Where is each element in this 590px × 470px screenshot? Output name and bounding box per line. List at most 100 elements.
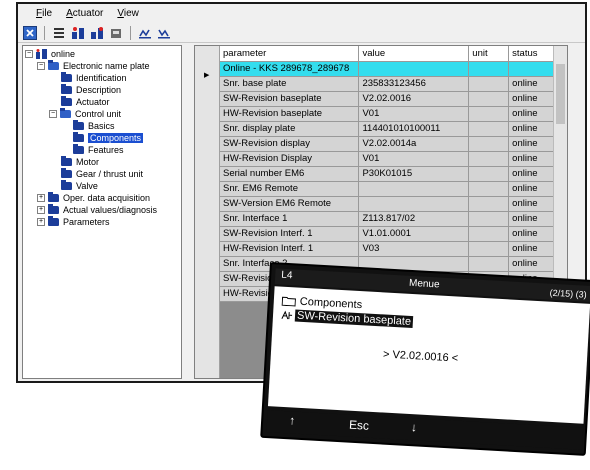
tree-item-control-unit[interactable]: − Control unit (49, 108, 121, 120)
cell-value[interactable]: V2.02.0016 (358, 91, 470, 107)
table-row[interactable]: Online - KKS 289678_289678 (220, 61, 567, 77)
column-header-unit[interactable]: unit (468, 46, 510, 62)
cell-value[interactable]: V01 (358, 106, 470, 122)
cell-parameter[interactable]: Snr. Interface 1 (220, 211, 360, 227)
cell-parameter[interactable]: Snr. display plate (220, 121, 360, 137)
cell-parameter[interactable]: SW-Revision baseplate (220, 91, 360, 107)
cell-unit[interactable] (468, 196, 510, 212)
table-row[interactable]: HW-Revision baseplate V01 online (220, 106, 567, 122)
cell-parameter[interactable]: SW-Revision Interf. 1 (220, 226, 360, 242)
cell-unit[interactable] (468, 226, 510, 242)
tree-item-online[interactable]: − online (25, 48, 75, 60)
softkey-up[interactable]: ↑ (289, 413, 296, 427)
tree-item-features[interactable]: Features (73, 144, 124, 156)
cell-parameter[interactable]: Snr. EM6 Remote (220, 181, 360, 197)
table-row[interactable]: Snr. display plate 114401010100011 online (220, 121, 567, 137)
cell-unit[interactable] (468, 61, 510, 77)
upload-icon[interactable] (137, 25, 153, 41)
expand-icon[interactable]: + (37, 194, 45, 202)
tree-item-parameters[interactable]: + Parameters (37, 216, 110, 228)
cell-value[interactable] (358, 61, 470, 77)
column-header-parameter[interactable]: parameter (220, 46, 360, 62)
table-row[interactable]: Snr. base plate 235833123456 online (220, 76, 567, 92)
expand-icon[interactable]: + (37, 206, 45, 214)
menu-file[interactable]: File (36, 8, 52, 19)
menu-actuator[interactable]: Actuator (66, 8, 103, 19)
folder-open-icon (60, 108, 71, 118)
network-icon (36, 49, 47, 59)
cell-parameter[interactable]: Snr. base plate (220, 76, 360, 92)
tree-label: Valve (76, 181, 98, 191)
connect-icon[interactable] (70, 25, 86, 41)
cell-parameter[interactable]: HW-Revision baseplate (220, 106, 360, 122)
collapse-icon[interactable]: − (25, 50, 33, 58)
cell-unit[interactable] (468, 76, 510, 92)
tree-item-oper-data-acquisition[interactable]: + Oper. data acquisition (37, 192, 150, 204)
table-row[interactable]: HW-Revision Interf. 1 V03 online (220, 241, 567, 257)
softkey-down[interactable]: ↓ (411, 420, 418, 434)
collapse-icon[interactable]: − (49, 110, 57, 118)
device-icon[interactable] (108, 25, 124, 41)
table-header-row: parameter value unit status (220, 46, 567, 62)
tree-item-electronic-name-plate[interactable]: − Electronic name plate (37, 60, 150, 72)
cell-parameter[interactable]: HW-Revision Interf. 1 (220, 241, 360, 257)
cell-parameter[interactable]: SW-Revision display (220, 136, 360, 152)
cell-unit[interactable] (468, 256, 510, 272)
tree-item-components[interactable]: Components (73, 132, 144, 144)
table-row[interactable]: SW-Revision baseplate V2.02.0016 online (220, 91, 567, 107)
list-icon[interactable] (51, 25, 67, 41)
tree-label: Motor (76, 157, 100, 167)
menu-view[interactable]: View (117, 8, 139, 19)
cell-value[interactable]: 235833123456 (358, 76, 470, 92)
collapse-icon[interactable]: − (37, 62, 45, 70)
expand-icon[interactable]: + (37, 218, 45, 226)
cell-value[interactable]: V1.01.0001 (358, 226, 470, 242)
display-line-selected: SW-Revision baseplate (281, 309, 414, 329)
tree-item-description[interactable]: Description (61, 84, 121, 96)
close-icon[interactable] (22, 25, 38, 41)
tree-item-basics[interactable]: Basics (73, 120, 115, 132)
cell-unit[interactable] (468, 106, 510, 122)
tree-item-actual-values-diagnosis[interactable]: + Actual values/diagnosis (37, 204, 157, 216)
tree-item-gear-thrust-unit[interactable]: Gear / thrust unit (61, 168, 143, 180)
table-row[interactable]: Snr. EM6 Remote online (220, 181, 567, 197)
cell-unit[interactable] (468, 241, 510, 257)
cell-unit[interactable] (468, 136, 510, 152)
cell-unit[interactable] (468, 211, 510, 227)
cell-value[interactable] (358, 196, 470, 212)
cell-value[interactable]: Z113.817/02 (358, 211, 470, 227)
parameter-icon (281, 310, 293, 320)
download-icon[interactable] (156, 25, 172, 41)
cell-unit[interactable] (468, 181, 510, 197)
column-header-value[interactable]: value (358, 46, 470, 62)
tree-item-actuator[interactable]: Actuator (61, 96, 110, 108)
cell-unit[interactable] (468, 121, 510, 137)
cell-value[interactable]: P30K01015 (358, 166, 470, 182)
table-row[interactable]: HW-Revision Display V01 online (220, 151, 567, 167)
disconnect-icon[interactable] (89, 25, 105, 41)
table-row[interactable]: Serial number EM6 P30K01015 online (220, 166, 567, 182)
table-row[interactable]: SW-Revision Interf. 1 V1.01.0001 online (220, 226, 567, 242)
softkey-esc[interactable]: Esc (349, 418, 370, 433)
tree-label: Gear / thrust unit (76, 169, 144, 179)
cell-value[interactable]: V03 (358, 241, 470, 257)
cell-value[interactable]: V01 (358, 151, 470, 167)
folder-icon (61, 96, 72, 106)
cell-unit[interactable] (468, 151, 510, 167)
cell-value[interactable]: 114401010100011 (358, 121, 470, 137)
cell-unit[interactable] (468, 166, 510, 182)
cell-parameter[interactable]: Serial number EM6 (220, 166, 360, 182)
tree-item-motor[interactable]: Motor (61, 156, 99, 168)
cell-parameter[interactable]: Online - KKS 289678_289678 (220, 61, 360, 77)
cell-value[interactable] (358, 181, 470, 197)
cell-unit[interactable] (468, 91, 510, 107)
table-row[interactable]: SW-Version EM6 Remote online (220, 196, 567, 212)
cell-parameter[interactable]: SW-Version EM6 Remote (220, 196, 360, 212)
table-row[interactable]: Snr. Interface 1 Z113.817/02 online (220, 211, 567, 227)
cell-value[interactable]: V2.02.0014a (358, 136, 470, 152)
table-row[interactable]: SW-Revision display V2.02.0014a online (220, 136, 567, 152)
scrollbar-thumb[interactable] (556, 64, 565, 124)
tree-item-identification[interactable]: Identification (61, 72, 127, 84)
tree-item-valve[interactable]: Valve (61, 180, 98, 192)
cell-parameter[interactable]: HW-Revision Display (220, 151, 360, 167)
